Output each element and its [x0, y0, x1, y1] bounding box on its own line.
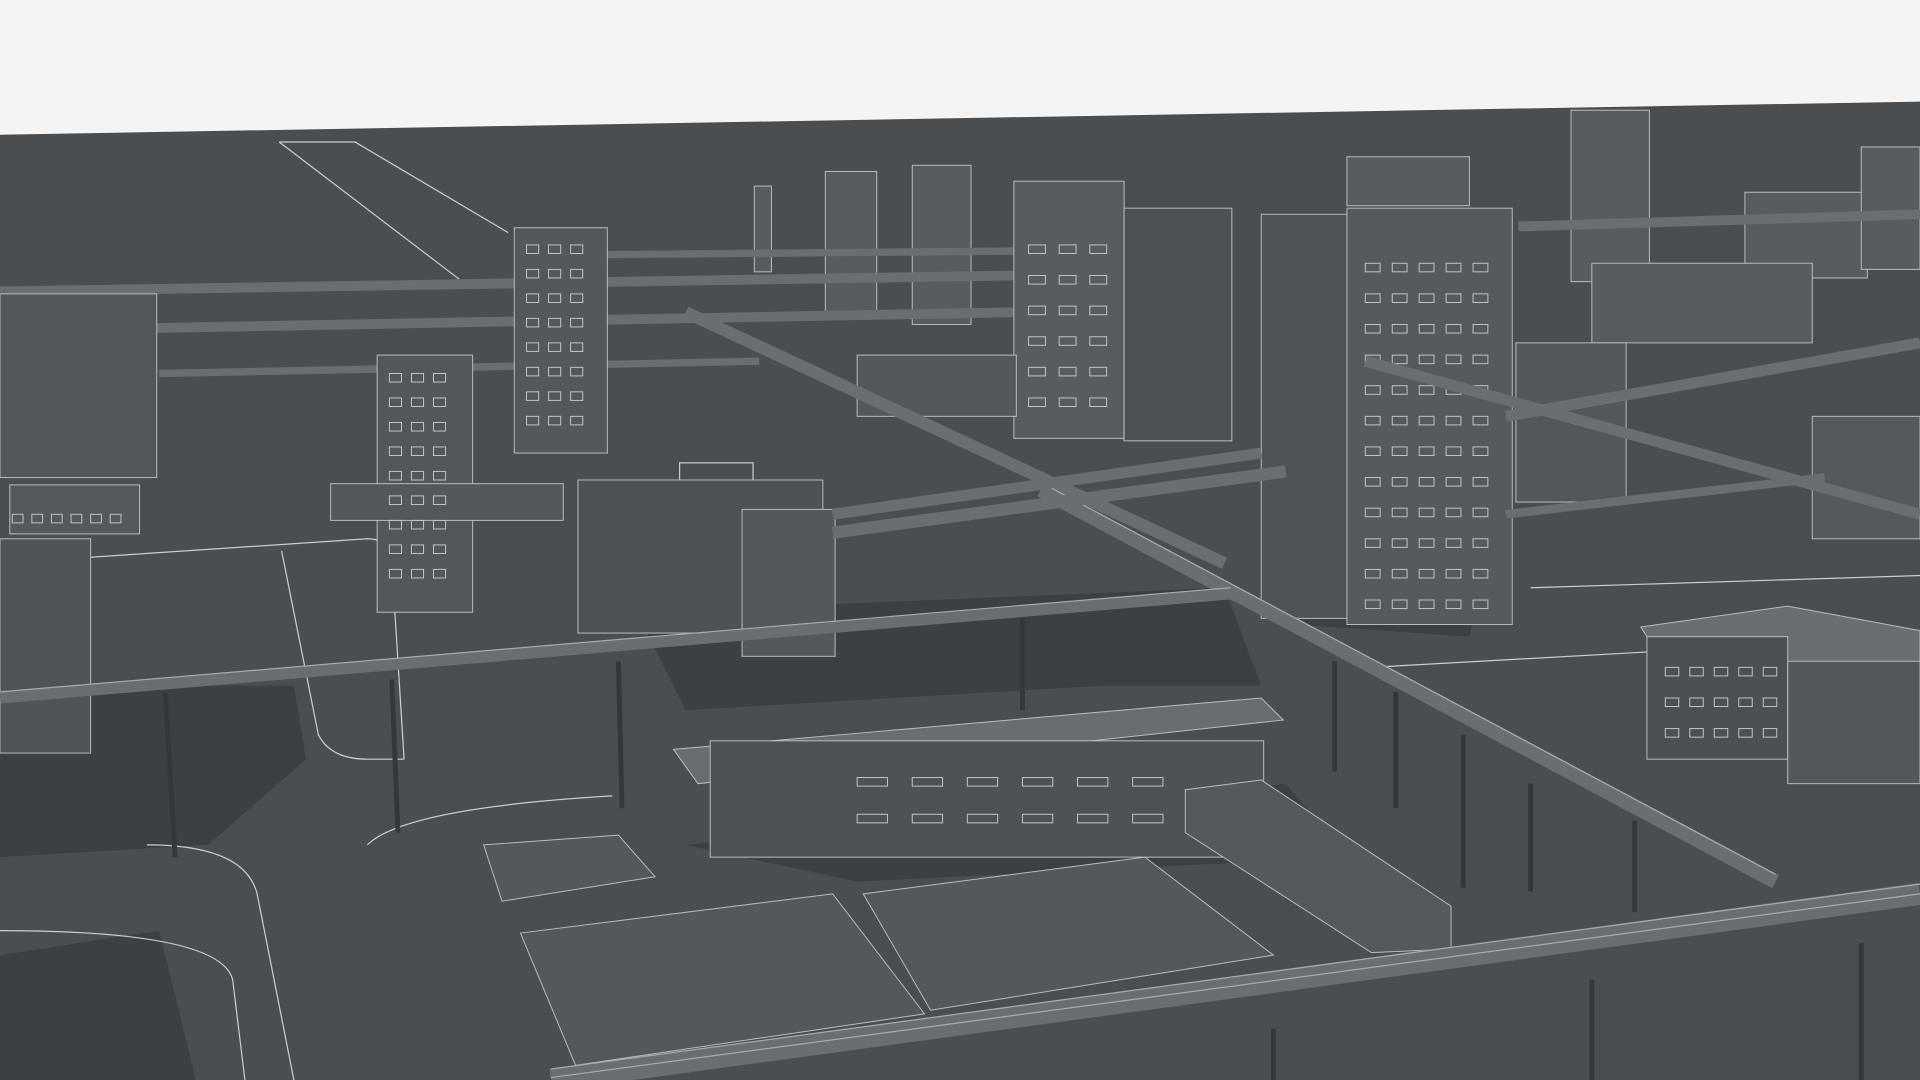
industrial-plant-render — [0, 0, 1920, 1080]
building-front — [709, 740, 1265, 858]
tower-main — [1260, 213, 1348, 619]
building-left-front — [0, 538, 92, 754]
building-hall-side — [1123, 207, 1233, 442]
building-left-block — [0, 293, 158, 479]
building-left-low — [9, 484, 141, 535]
building-low-left — [330, 483, 564, 521]
building-right-far — [1811, 415, 1920, 540]
building-right-side — [1787, 660, 1920, 785]
building-hall — [1013, 180, 1125, 439]
render-viewport — [0, 0, 1920, 1080]
